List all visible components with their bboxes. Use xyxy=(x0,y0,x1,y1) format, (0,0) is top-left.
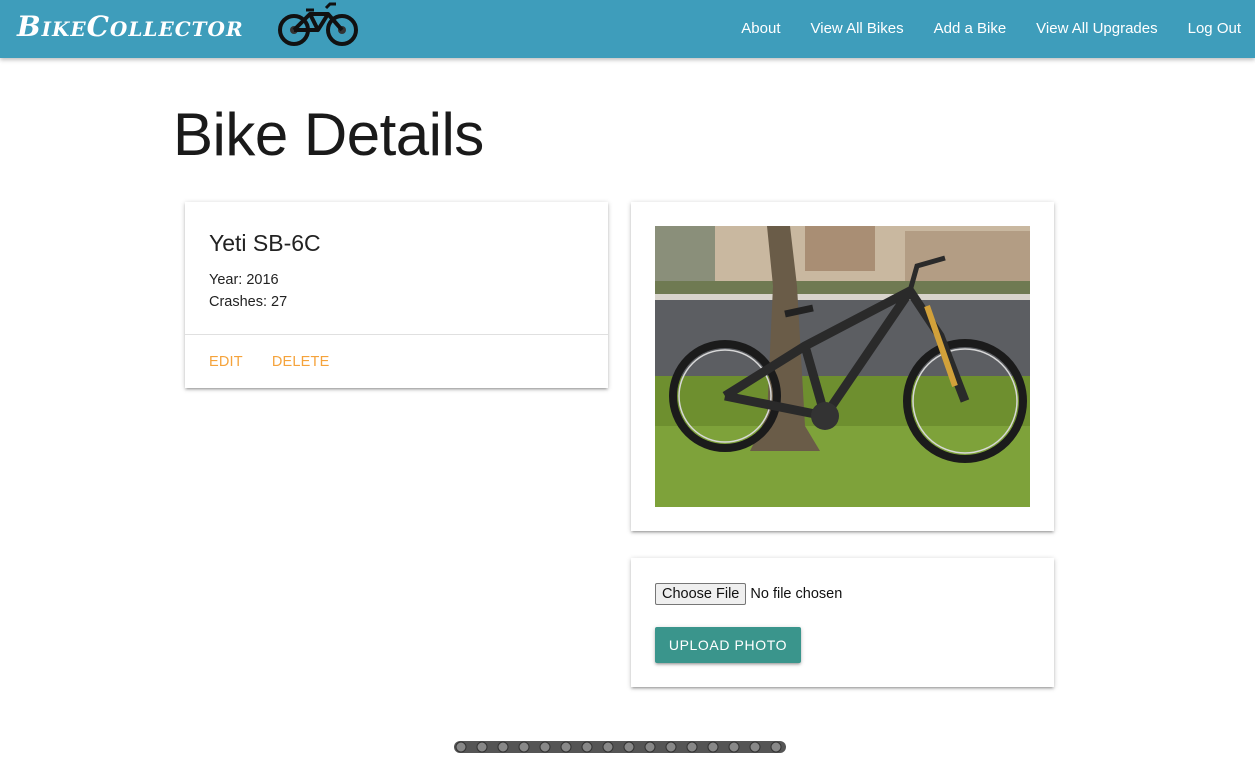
nav-link-view-all-upgrades[interactable]: View All Upgrades xyxy=(1021,0,1172,58)
nav-link-about[interactable]: About xyxy=(726,0,795,58)
bike-crashes: Crashes: 27 xyxy=(209,294,288,310)
chain-roller xyxy=(749,741,761,753)
file-status: No file chosen xyxy=(750,586,843,602)
photo-card xyxy=(631,202,1054,531)
chain-roller xyxy=(497,741,509,753)
page-title: Bike Details xyxy=(173,101,484,168)
nav-links: About View All Bikes Add a Bike View All… xyxy=(726,0,1255,58)
chain-roller xyxy=(581,741,593,753)
chain-roller xyxy=(623,741,635,753)
upload-card: Choose File No file chosen UPLOAD PHOTO xyxy=(631,558,1054,687)
delete-link[interactable]: DELETE xyxy=(272,354,330,370)
upload-photo-button[interactable]: UPLOAD PHOTO xyxy=(655,627,801,663)
bike-details-card: Yeti SB-6C Year: 2016 Crashes: 27 EDIT D… xyxy=(185,202,608,388)
edit-link[interactable]: EDIT xyxy=(209,354,243,370)
chain-roller xyxy=(665,741,677,753)
brand-logo[interactable]: BikeCollector xyxy=(17,9,244,45)
chain-roller xyxy=(686,741,698,753)
bike-year: Year: 2016 xyxy=(209,272,279,288)
choose-file-button[interactable]: Choose File xyxy=(655,583,747,605)
chain-roller xyxy=(476,741,488,753)
chain-roller xyxy=(455,741,467,753)
chain-roller xyxy=(539,741,551,753)
nav-link-log-out[interactable]: Log Out xyxy=(1173,0,1255,58)
chain-roller xyxy=(644,741,656,753)
card-divider xyxy=(185,334,608,335)
chain-roller xyxy=(707,741,719,753)
chain-roller xyxy=(560,741,572,753)
chain-roller xyxy=(770,741,782,753)
nav-link-add-a-bike[interactable]: Add a Bike xyxy=(919,0,1022,58)
chain-roller xyxy=(518,741,530,753)
bike-chain-icon xyxy=(454,741,786,753)
mountain-bike-icon xyxy=(278,2,358,46)
bike-photo xyxy=(655,226,1030,507)
file-input-row: Choose File No file chosen xyxy=(655,583,842,605)
chain-roller xyxy=(602,741,614,753)
navbar: BikeCollector About View All Bikes Add a… xyxy=(0,0,1255,58)
bike-name: Yeti SB-6C xyxy=(209,230,321,256)
bike-meta: Year: 2016 Crashes: 27 xyxy=(209,269,287,313)
nav-link-view-all-bikes[interactable]: View All Bikes xyxy=(796,0,919,58)
card-actions: EDIT DELETE xyxy=(209,354,358,370)
chain-roller xyxy=(728,741,740,753)
